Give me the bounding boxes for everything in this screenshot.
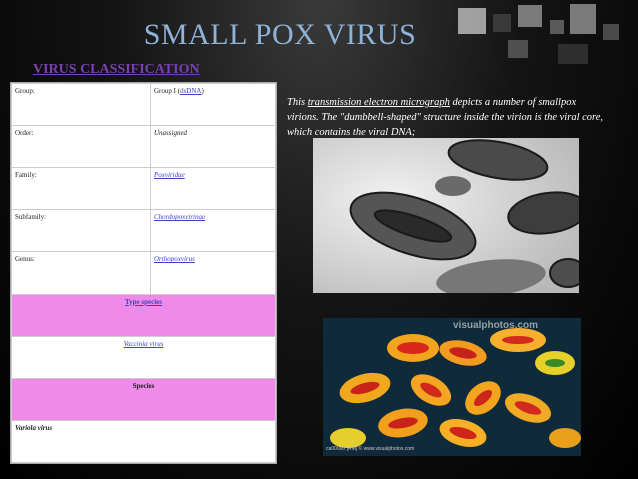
classification-table: Group: Group I (dsDNA) Order: Unassigned… (10, 82, 277, 464)
poxviridae-link[interactable]: Poxviridae (154, 171, 185, 179)
virion-color-svg (323, 318, 581, 456)
micrograph-svg (313, 138, 579, 293)
colored-virion-image: visualphotos.com (323, 318, 581, 456)
section-subtitle: VIRUS CLASSIFICATION (33, 62, 200, 77)
row-value: Unassigned (150, 125, 276, 169)
table-row: Genus: Orthopoxvirus (11, 251, 276, 295)
vaccinia-virus-link[interactable]: Vaccinia virus (124, 340, 164, 348)
micrograph-caption: This transmission electron micrograph de… (287, 95, 607, 140)
caption-text: This (287, 97, 308, 108)
type-species-value: Vaccinia virus (11, 335, 276, 379)
table-row: Species (11, 377, 276, 421)
row-label: Subfamily: (11, 209, 151, 253)
species-value: Variola virus (11, 419, 276, 464)
row-label: Genus: (11, 251, 151, 295)
dsdna-link[interactable]: dsDNA (180, 87, 201, 95)
row-value: Group I (dsDNA) (150, 82, 276, 127)
chordopoxvirinae-link[interactable]: Chordopoxvirinae (154, 213, 205, 221)
image-watermark: visualphotos.com (453, 320, 539, 331)
orthopoxvirus-link[interactable]: Orthopoxvirus (154, 255, 195, 263)
species-header: Species (11, 377, 276, 421)
type-species-header: Type species (11, 293, 276, 337)
table-row: Group: Group I (dsDNA) (11, 82, 276, 127)
table-row: Subfamily: Chordopoxvirinae (11, 209, 276, 253)
table-row: Variola virus (11, 419, 276, 464)
value-prefix: Group I ( (154, 87, 181, 95)
slide-title: SMALL POX VIRUS (143, 18, 417, 51)
value-suffix: ) (201, 87, 204, 95)
row-label: Family: (11, 167, 151, 211)
table-row: Family: Poxviridae (11, 167, 276, 211)
table-row: Order: Unassigned (11, 125, 276, 169)
table-row: Type species (11, 293, 276, 337)
row-value: Poxviridae (150, 167, 276, 211)
row-value: Orthopoxvirus (150, 251, 276, 295)
table-row: Vaccinia virus (11, 335, 276, 379)
type-species-link[interactable]: Type species (125, 298, 162, 306)
row-label: Order: (11, 125, 151, 169)
image-credit: ca00000 [RM] © www.visualphotos.com (326, 446, 415, 452)
row-label: Group: (11, 82, 151, 127)
caption-link[interactable]: transmission electron micrograph (308, 97, 450, 108)
electron-micrograph-image (313, 138, 579, 293)
row-value: Chordopoxvirinae (150, 209, 276, 253)
